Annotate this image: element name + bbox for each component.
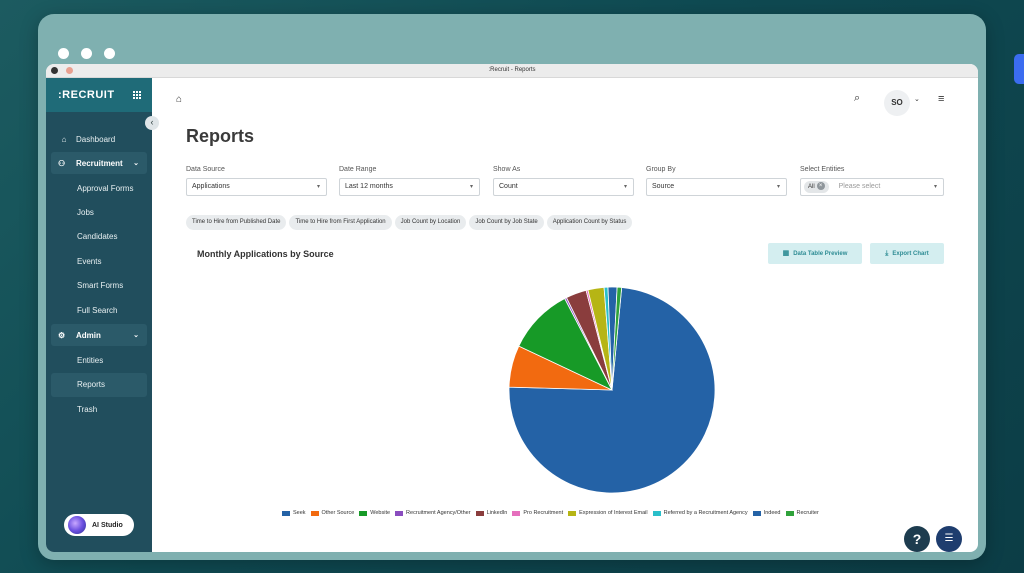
legend-swatch	[752, 510, 761, 516]
people-icon: ⚇	[58, 158, 66, 168]
window-title: :Recruit - Reports	[488, 67, 536, 73]
legend-label: Pro Recruitment	[523, 510, 564, 516]
chart-legend: Seek Other Source Website Recruitment Agenc…	[282, 510, 819, 516]
legend-item[interactable]: Pro Recruitment	[512, 510, 563, 516]
window-dot-icon	[58, 48, 69, 59]
pie-chart	[508, 286, 716, 494]
legend-label: Seek	[293, 510, 306, 516]
sidebar-item-jobs[interactable]: Jobs	[46, 200, 152, 224]
sidebar-item-candidates[interactable]: Candidates	[46, 225, 152, 249]
legend-swatch	[475, 510, 484, 516]
ai-studio-logo-icon	[68, 516, 86, 534]
chevron-down-icon: ⌄	[133, 332, 139, 340]
legend-label: Other Source	[321, 510, 355, 516]
sidebar-item-smart-forms[interactable]: Smart Forms	[46, 274, 152, 298]
chevron-down-icon: ⌄	[133, 160, 139, 167]
title-bar: :Recruit - Reports	[46, 64, 978, 78]
sidebar-section-admin[interactable]: ⚙ Admin ⌄	[51, 324, 147, 347]
legend-item[interactable]: Referred by a Recruitment Agency	[652, 510, 748, 516]
legend-label: Expression of Interest Email	[579, 510, 648, 516]
app-window: :Recruit - Reports :RECRUIT ⌂ Dashboard …	[46, 64, 978, 552]
window-dot-icon	[104, 48, 115, 59]
sidebar-section-recruitment[interactable]: ⚇ Recruitment ⌄	[51, 152, 147, 174]
window-dot-icon	[81, 48, 92, 59]
legend-swatch	[310, 510, 319, 516]
app-logo: :RECRUIT	[58, 89, 115, 101]
legend-label: Recruiter	[796, 510, 819, 516]
chat-button[interactable]: ☰	[936, 526, 962, 552]
sidebar-header: :RECRUIT	[46, 78, 152, 112]
sidebar-item-approval-forms[interactable]: Approval Forms	[46, 176, 152, 200]
main-content: ⌂ ⌕ SO ⌄ ≡ Reports Data Source Applicati…	[152, 78, 978, 552]
legend-item[interactable]: Recruitment Agency/Other	[395, 510, 471, 516]
legend-item[interactable]: LinkedIn	[475, 510, 508, 516]
legend-swatch	[282, 510, 290, 516]
legend-label: LinkedIn	[486, 510, 508, 516]
legend-swatch	[652, 510, 661, 516]
legend-label: Recruitment Agency/Other	[406, 510, 471, 516]
sidebar-section-label: Admin	[76, 330, 101, 340]
legend-swatch	[512, 510, 521, 516]
sidebar-item-events[interactable]: Events	[46, 249, 152, 273]
legend-item[interactable]: Recruiter	[785, 510, 819, 516]
legend-label: Indeed	[763, 510, 781, 516]
sidebar-item-entities[interactable]: Entities	[46, 348, 152, 372]
sidebar-item-label: Dashboard	[76, 134, 116, 144]
ai-studio-label: AI Studio	[92, 521, 123, 529]
home-icon: ⌂	[61, 134, 67, 144]
admin-icon: ⚙	[58, 330, 66, 340]
sidebar: :RECRUIT ⌂ Dashboard ⚇ Recruitment ⌄ App…	[46, 78, 152, 552]
sidebar-item-dashboard[interactable]: ⌂ Dashboard	[46, 128, 152, 150]
sidebar-item-trash[interactable]: Trash	[46, 397, 152, 421]
legend-item[interactable]: Seek	[282, 510, 306, 516]
collapse-sidebar-button[interactable]: ‹	[145, 116, 159, 130]
legend-label: Website	[370, 510, 391, 516]
legend-item[interactable]: Indeed	[752, 510, 781, 516]
side-tab[interactable]	[1014, 54, 1024, 84]
legend-swatch	[568, 510, 577, 516]
sidebar-item-full-search[interactable]: Full Search	[46, 298, 152, 322]
sidebar-item-reports[interactable]: Reports	[51, 372, 147, 398]
legend-swatch	[395, 510, 404, 516]
legend-item[interactable]: Website	[359, 510, 390, 516]
legend-label: Referred by a Recruitment Agency	[663, 510, 748, 516]
legend-item[interactable]: Other Source	[310, 510, 355, 516]
ai-studio-button[interactable]: AI Studio	[64, 514, 134, 536]
legend-swatch	[785, 510, 794, 516]
sidebar-section-label: Recruitment	[76, 158, 123, 168]
legend-swatch	[359, 510, 368, 516]
legend-item[interactable]: Expression of Interest Email	[568, 510, 648, 516]
apps-grid-icon[interactable]	[133, 90, 142, 100]
help-button[interactable]: ?	[904, 526, 930, 552]
